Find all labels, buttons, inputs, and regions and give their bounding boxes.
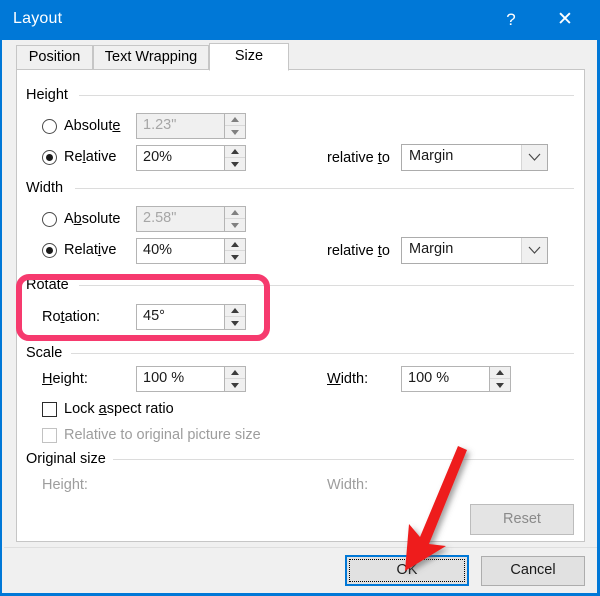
scale-width-spin-buttons[interactable] (489, 367, 510, 391)
tab-text-wrapping[interactable]: Text Wrapping (93, 45, 209, 70)
height-group-divider (79, 95, 574, 96)
height-relative-value: 20% (143, 149, 173, 165)
spin-down-icon[interactable] (225, 251, 245, 263)
rotate-group-divider (79, 285, 574, 286)
width-absolute-spin-buttons[interactable] (224, 207, 245, 231)
height-relative-spin-buttons[interactable] (224, 146, 245, 170)
original-size-group-divider (113, 459, 574, 460)
height-relative-to-label: relative to (327, 150, 390, 166)
scale-width-label: Width: (327, 371, 369, 387)
spin-up-icon[interactable] (225, 207, 245, 219)
width-relative-to-label: relative to (327, 243, 390, 259)
height-absolute-spin-buttons[interactable] (224, 114, 245, 138)
spin-down-icon[interactable] (225, 219, 245, 231)
footer-divider (4, 547, 597, 548)
height-group-label: Height (26, 87, 74, 103)
radio-unchecked-icon (42, 119, 57, 134)
spin-up-icon[interactable] (490, 367, 510, 379)
width-absolute-value: 2.58" (143, 210, 177, 226)
spin-down-icon[interactable] (225, 379, 245, 391)
relative-to-original-picture-size-label: Relative to original picture size (64, 427, 261, 443)
rotation-label: Rotation: (42, 309, 101, 325)
width-relative-to-combobox[interactable]: Margin (401, 237, 548, 264)
spin-up-icon[interactable] (225, 367, 245, 379)
checkbox-unchecked-icon (42, 402, 57, 417)
spin-up-icon[interactable] (225, 305, 245, 317)
title-bar: Layout ? ✕ (2, 0, 597, 40)
chevron-down-icon[interactable] (521, 145, 547, 170)
rotate-group-label: Rotate (26, 277, 75, 293)
width-group-label: Width (26, 180, 70, 196)
scale-width-value: 100 % (408, 370, 450, 386)
tab-position[interactable]: Position (16, 45, 93, 70)
spin-down-icon[interactable] (225, 126, 245, 138)
spin-down-icon[interactable] (225, 158, 245, 170)
original-size-group-label: Original size (26, 451, 112, 467)
scale-height-spinner[interactable]: 100 % (136, 366, 246, 392)
height-relative-to-combobox[interactable]: Margin (401, 144, 548, 171)
scale-height-value: 100 % (143, 370, 185, 386)
height-relative-label: Relative (64, 149, 117, 165)
width-relative-spin-buttons[interactable] (224, 239, 245, 263)
size-tab-panel: Height Absolute 1.23" Relative 20% relat… (16, 69, 585, 542)
rotation-spinner[interactable]: 45° (136, 304, 246, 330)
height-absolute-value: 1.23" (143, 117, 177, 133)
scale-height-spin-buttons[interactable] (224, 367, 245, 391)
original-height-label: Height: (42, 477, 88, 493)
height-relative-spinner[interactable]: 20% (136, 145, 246, 171)
original-width-label: Width: (327, 477, 369, 493)
tab-strip: Position Text Wrapping Size (4, 40, 597, 71)
width-absolute-spinner[interactable]: 2.58" (136, 206, 246, 232)
layout-dialog: Layout ? ✕ Position Text Wrapping Size H… (0, 0, 600, 596)
scale-group-divider (71, 353, 574, 354)
cancel-button-label: Cancel (510, 562, 556, 578)
height-absolute-label: Absolute (64, 118, 121, 134)
scale-width-spinner[interactable]: 100 % (401, 366, 511, 392)
close-icon[interactable]: ✕ (542, 0, 588, 40)
help-icon[interactable]: ? (488, 0, 534, 40)
spin-up-icon[interactable] (225, 146, 245, 158)
width-group-divider (75, 188, 574, 189)
radio-unchecked-icon (42, 212, 57, 227)
ok-button-label: OK (396, 562, 418, 578)
radio-checked-icon (42, 150, 57, 165)
height-absolute-spinner[interactable]: 1.23" (136, 113, 246, 139)
spin-up-icon[interactable] (225, 114, 245, 126)
width-absolute-label: Absolute (64, 211, 121, 227)
ok-button[interactable]: OK (345, 555, 469, 586)
width-relative-to-value: Margin (409, 241, 454, 257)
lock-aspect-ratio-label: Lock aspect ratio (64, 401, 174, 417)
cancel-button[interactable]: Cancel (481, 556, 585, 586)
rotation-value: 45° (143, 308, 165, 324)
reset-button: Reset (470, 504, 574, 535)
scale-group-label: Scale (26, 345, 69, 361)
reset-button-label: Reset (503, 511, 541, 527)
rotation-spin-buttons[interactable] (224, 305, 245, 329)
height-relative-to-value: Margin (409, 148, 454, 164)
width-relative-spinner[interactable]: 40% (136, 238, 246, 264)
chevron-down-icon[interactable] (521, 238, 547, 263)
width-relative-label: Relative (64, 242, 117, 258)
tab-size[interactable]: Size (209, 43, 289, 71)
checkbox-unchecked-disabled-icon (42, 428, 57, 443)
spin-up-icon[interactable] (225, 239, 245, 251)
width-relative-value: 40% (143, 242, 173, 258)
scale-height-label: Height: (42, 371, 88, 387)
window-title: Layout (13, 10, 63, 27)
spin-down-icon[interactable] (225, 317, 245, 329)
radio-checked-icon (42, 243, 57, 258)
spin-down-icon[interactable] (490, 379, 510, 391)
